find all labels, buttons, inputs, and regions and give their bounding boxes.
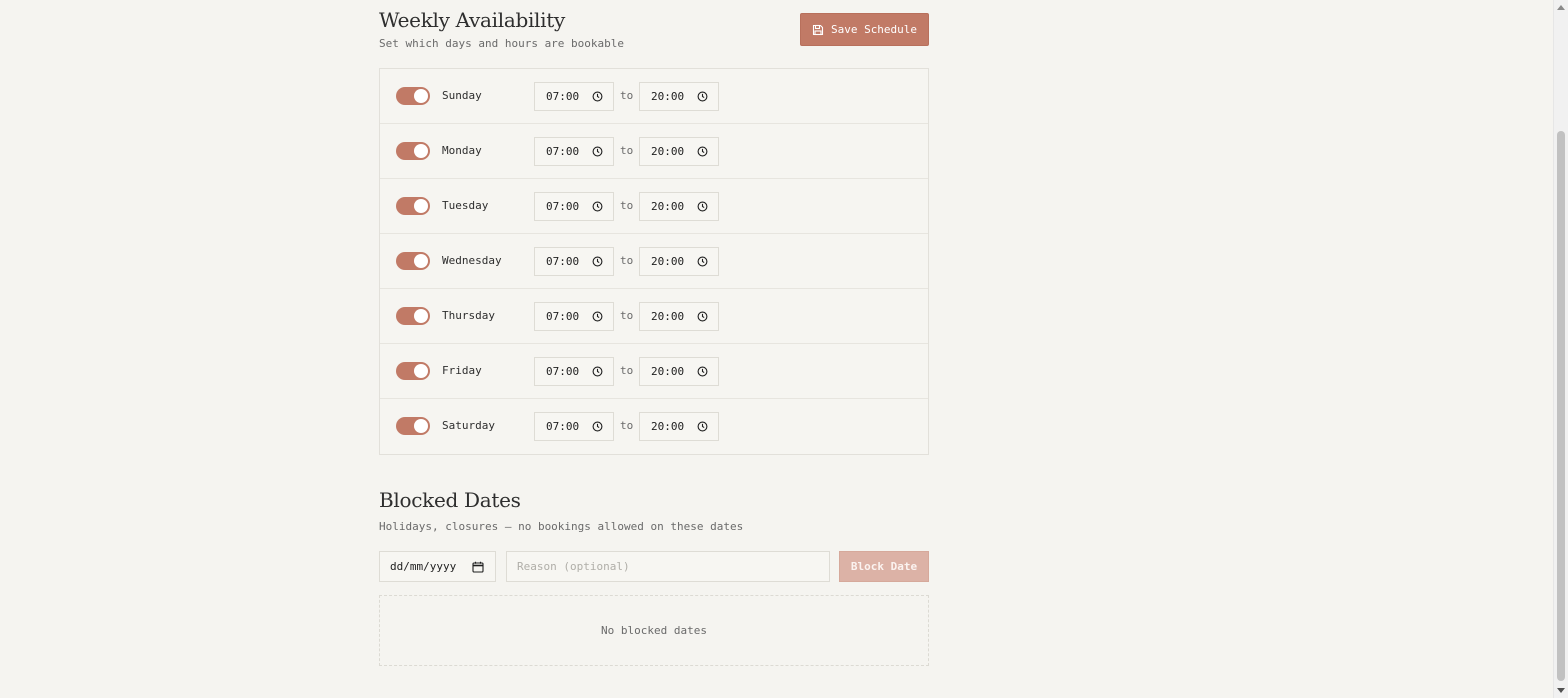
clock-icon[interactable] (592, 366, 603, 377)
toggle-knob (414, 364, 428, 378)
save-schedule-label: Save Schedule (830, 23, 918, 36)
scroll-down-arrow-icon[interactable] (1557, 688, 1565, 693)
clock-icon[interactable] (697, 366, 708, 377)
to-label: to (620, 254, 634, 267)
clock-icon[interactable] (697, 421, 708, 432)
end-time-value: 20:00 (651, 310, 685, 323)
day-row-thursday: Thursday 07:00 to 20:00 (380, 289, 928, 344)
calendar-icon[interactable] (472, 561, 484, 573)
page-scrollbar[interactable] (1553, 0, 1568, 698)
block-date-button[interactable]: Block Date (839, 551, 929, 582)
blocked-title: Blocked Dates (379, 488, 521, 512)
day-label-wednesday: Wednesday (442, 254, 502, 267)
end-time-value: 20:00 (651, 365, 685, 378)
start-time-wednesday[interactable]: 07:00 (534, 247, 614, 276)
reason-input[interactable] (506, 551, 830, 582)
end-time-value: 20:00 (651, 255, 685, 268)
to-label: to (620, 199, 634, 212)
to-label: to (620, 89, 634, 102)
end-time-value: 20:00 (651, 200, 685, 213)
day-label-thursday: Thursday (442, 309, 495, 322)
toggle-friday[interactable] (396, 362, 430, 380)
end-time-monday[interactable]: 20:00 (639, 137, 719, 166)
clock-icon[interactable] (697, 146, 708, 157)
toggle-tuesday[interactable] (396, 197, 430, 215)
end-time-value: 20:00 (651, 420, 685, 433)
start-time-value: 07:00 (546, 365, 580, 378)
blocked-date-input[interactable]: dd/mm/yyyy (379, 551, 496, 582)
blocked-dates-empty: No blocked dates (379, 595, 929, 666)
day-label-monday: Monday (442, 144, 482, 157)
save-icon (812, 24, 824, 35)
clock-icon[interactable] (697, 201, 708, 212)
to-label: to (620, 364, 634, 377)
clock-icon[interactable] (697, 311, 708, 322)
start-time-value: 07:00 (546, 310, 580, 323)
clock-icon[interactable] (592, 256, 603, 267)
start-time-saturday[interactable]: 07:00 (534, 412, 614, 441)
end-time-friday[interactable]: 20:00 (639, 357, 719, 386)
blocked-subtitle: Holidays, closures — no bookings allowed… (379, 520, 744, 533)
toggle-monday[interactable] (396, 142, 430, 160)
clock-icon[interactable] (592, 91, 603, 102)
save-schedule-button[interactable]: Save Schedule (800, 13, 929, 46)
clock-icon[interactable] (592, 201, 603, 212)
date-placeholder: dd/mm/yyyy (390, 560, 457, 573)
toggle-knob (414, 144, 428, 158)
day-label-saturday: Saturday (442, 419, 495, 432)
toggle-knob (414, 89, 428, 103)
start-time-value: 07:00 (546, 90, 580, 103)
clock-icon[interactable] (697, 91, 708, 102)
start-time-sunday[interactable]: 07:00 (534, 82, 614, 111)
end-time-wednesday[interactable]: 20:00 (639, 247, 719, 276)
end-time-thursday[interactable]: 20:00 (639, 302, 719, 331)
weekly-availability-section: Weekly Availability Set which days and h… (379, 0, 929, 455)
toggle-sunday[interactable] (396, 87, 430, 105)
end-time-saturday[interactable]: 20:00 (639, 412, 719, 441)
toggle-saturday[interactable] (396, 417, 430, 435)
clock-icon[interactable] (592, 421, 603, 432)
start-time-value: 07:00 (546, 255, 580, 268)
scroll-up-arrow-icon[interactable] (1557, 5, 1565, 10)
day-label-friday: Friday (442, 364, 482, 377)
start-time-tuesday[interactable]: 07:00 (534, 192, 614, 221)
schedule-list: Sunday 07:00 to 20:00 Monday 07:00 to 20:00 Tues… (379, 68, 929, 455)
start-time-value: 07:00 (546, 145, 580, 158)
day-row-saturday: Saturday 07:00 to 20:00 (380, 399, 928, 454)
toggle-thursday[interactable] (396, 307, 430, 325)
start-time-monday[interactable]: 07:00 (534, 137, 614, 166)
to-label: to (620, 419, 634, 432)
weekly-title: Weekly Availability (379, 8, 565, 32)
start-time-friday[interactable]: 07:00 (534, 357, 614, 386)
toggle-knob (414, 199, 428, 213)
start-time-value: 07:00 (546, 200, 580, 213)
to-label: to (620, 144, 634, 157)
weekly-subtitle: Set which days and hours are bookable (379, 37, 625, 50)
to-label: to (620, 309, 634, 322)
availability-page: Weekly Availability Set which days and h… (0, 0, 1568, 698)
start-time-value: 07:00 (546, 420, 580, 433)
end-time-tuesday[interactable]: 20:00 (639, 192, 719, 221)
weekly-header: Weekly Availability Set which days and h… (379, 0, 929, 68)
day-label-tuesday: Tuesday (442, 199, 489, 212)
scroll-thumb[interactable] (1557, 131, 1565, 681)
end-time-sunday[interactable]: 20:00 (639, 82, 719, 111)
clock-icon[interactable] (592, 146, 603, 157)
day-row-sunday: Sunday 07:00 to 20:00 (380, 69, 928, 124)
clock-icon[interactable] (592, 311, 603, 322)
end-time-value: 20:00 (651, 90, 685, 103)
toggle-knob (414, 309, 428, 323)
day-row-monday: Monday 07:00 to 20:00 (380, 124, 928, 179)
day-label-sunday: Sunday (442, 89, 482, 102)
toggle-wednesday[interactable] (396, 252, 430, 270)
start-time-thursday[interactable]: 07:00 (534, 302, 614, 331)
day-row-friday: Friday 07:00 to 20:00 (380, 344, 928, 399)
toggle-knob (414, 254, 428, 268)
clock-icon[interactable] (697, 256, 708, 267)
empty-state-text: No blocked dates (601, 624, 707, 637)
day-row-tuesday: Tuesday 07:00 to 20:00 (380, 179, 928, 234)
day-row-wednesday: Wednesday 07:00 to 20:00 (380, 234, 928, 289)
end-time-value: 20:00 (651, 145, 685, 158)
toggle-knob (414, 419, 428, 433)
